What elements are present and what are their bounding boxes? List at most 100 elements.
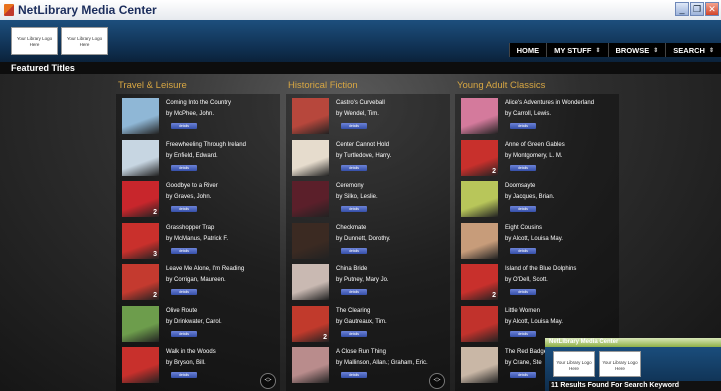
details-button[interactable]: details — [510, 289, 536, 295]
details-button[interactable]: details — [510, 165, 536, 171]
book-cover[interactable]: 2 — [461, 264, 498, 300]
book-cover[interactable] — [292, 140, 329, 176]
book-cover[interactable] — [292, 264, 329, 300]
book-title[interactable]: Eight Cousins — [505, 225, 542, 231]
details-button[interactable]: details — [171, 165, 197, 171]
title-list-item[interactable]: 2 Goodbye to a River by Graves, John. detai… — [116, 179, 280, 217]
details-button[interactable]: details — [341, 248, 367, 254]
title-list-item[interactable]: 2 Leave Me Alone, I'm Reading by Corrigan,… — [116, 262, 280, 300]
details-button[interactable]: details — [171, 289, 197, 295]
details-button[interactable]: details — [341, 206, 367, 212]
nav-home[interactable]: HOME — [508, 43, 547, 57]
book-cover[interactable] — [461, 181, 498, 217]
details-button[interactable]: details — [171, 331, 197, 337]
book-title[interactable]: Olive Route — [166, 308, 197, 314]
title-list-item[interactable]: Castro's Curveball by Wendel, Tim. details — [286, 96, 450, 134]
restore-icon[interactable]: ❐ — [690, 2, 704, 16]
book-title[interactable]: The Red Badge — [505, 349, 547, 355]
details-button[interactable]: details — [171, 248, 197, 254]
title-list-item[interactable]: 2 The Clearing by Gautreaux, Tim. details — [286, 304, 450, 342]
book-title[interactable]: Castro's Curveball — [336, 100, 385, 106]
book-cover[interactable] — [292, 98, 329, 134]
book-cover[interactable]: 2 — [122, 181, 159, 217]
title-list-item[interactable]: Coming Into the Country by McPhee, John. d… — [116, 96, 280, 134]
details-button[interactable]: details — [510, 331, 536, 337]
column-heading[interactable]: Travel & Leisure — [118, 80, 187, 91]
title-list-item[interactable]: Doomsayte by Jacques, Brian. details — [455, 179, 619, 217]
title-list-item[interactable]: Freewheeling Through Ireland by Enfield, … — [116, 138, 280, 176]
book-cover[interactable]: 3 — [122, 223, 159, 259]
nav-browse[interactable]: BROWSE ⇕ — [607, 43, 666, 57]
title-list-item[interactable]: Little Women by Alcott, Louisa May. detail… — [455, 304, 619, 342]
book-cover[interactable] — [122, 347, 159, 383]
title-list-item[interactable]: Walk in the Woods by Bryson, Bill. details — [116, 345, 280, 383]
details-button[interactable]: details — [171, 123, 197, 129]
book-cover[interactable] — [461, 98, 498, 134]
nav-my-stuff[interactable]: MY STUFF ⇕ — [546, 43, 608, 57]
book-title[interactable]: Leave Me Alone, I'm Reading — [166, 266, 244, 272]
column-heading[interactable]: Young Adult Classics — [457, 80, 545, 91]
book-title[interactable]: Checkmate — [336, 225, 366, 231]
title-list-item[interactable]: Center Cannot Hold by Turtledove, Harry. d… — [286, 138, 450, 176]
details-button[interactable]: details — [510, 372, 536, 378]
details-button[interactable]: details — [341, 331, 367, 337]
details-button[interactable]: details — [341, 372, 367, 378]
book-cover[interactable] — [461, 347, 498, 383]
book-title[interactable]: Little Women — [505, 308, 540, 314]
book-cover[interactable] — [122, 98, 159, 134]
book-cover[interactable] — [122, 306, 159, 342]
minimize-icon[interactable]: _ — [675, 2, 689, 16]
title-list-item[interactable]: A Close Run Thing by Mallinson, Allan.; G… — [286, 345, 450, 383]
book-title[interactable]: Doomsayte — [505, 183, 535, 189]
details-button[interactable]: details — [341, 123, 367, 129]
nav-search[interactable]: SEARCH ⇕ — [665, 43, 721, 57]
title-list-item[interactable]: 2 Island of the Blue Dolphins by O'Dell, S… — [455, 262, 619, 300]
library-logo[interactable]: Your Library Logo Here — [61, 27, 108, 55]
details-button[interactable]: details — [171, 206, 197, 212]
column-heading[interactable]: Historical Fiction — [288, 80, 358, 91]
details-button[interactable]: details — [510, 123, 536, 129]
close-icon[interactable]: ✕ — [705, 2, 719, 16]
book-title[interactable]: Walk in the Woods — [166, 349, 216, 355]
book-title[interactable]: Goodbye to a River — [166, 183, 218, 189]
book-title[interactable]: Coming Into the Country — [166, 100, 231, 106]
book-title[interactable]: Anne of Green Gables — [505, 142, 565, 148]
book-title[interactable]: Freewheeling Through Ireland — [166, 142, 246, 148]
book-title[interactable]: A Close Run Thing — [336, 349, 386, 355]
title-list-item[interactable]: Eight Cousins by Alcott, Louisa May. detai… — [455, 221, 619, 259]
book-cover[interactable]: 2 — [461, 140, 498, 176]
library-logo[interactable]: Your Library Logo Here — [599, 351, 641, 377]
book-cover[interactable] — [461, 223, 498, 259]
details-button[interactable]: details — [341, 165, 367, 171]
title-list-item[interactable]: Olive Route by Drinkwater, Carol. details — [116, 304, 280, 342]
details-button[interactable]: details — [510, 206, 536, 212]
book-title[interactable]: Island of the Blue Dolphins — [505, 266, 576, 272]
library-logo[interactable]: Your Library Logo Here — [553, 351, 595, 377]
title-list-item[interactable]: 3 Grasshopper Trap by McManus, Patrick F. d… — [116, 221, 280, 259]
book-title[interactable]: Alice's Adventures in Wonderland — [505, 100, 594, 106]
details-button[interactable]: details — [510, 248, 536, 254]
title-list-item[interactable]: Alice's Adventures in Wonderland by Carro… — [455, 96, 619, 134]
title-list-item[interactable]: China Bride by Putney, Mary Jo. details — [286, 262, 450, 300]
book-cover[interactable] — [292, 347, 329, 383]
book-cover[interactable] — [292, 223, 329, 259]
book-cover[interactable] — [122, 140, 159, 176]
details-button[interactable]: details — [341, 289, 367, 295]
details-button[interactable]: details — [171, 372, 197, 378]
book-cover[interactable] — [292, 181, 329, 217]
book-cover[interactable]: 2 — [122, 264, 159, 300]
title-list-item[interactable]: 2 Anne of Green Gables by Montgomery, L. M… — [455, 138, 619, 176]
book-title[interactable]: Center Cannot Hold — [336, 142, 389, 148]
book-cover[interactable] — [461, 306, 498, 342]
book-cover[interactable]: 2 — [292, 306, 329, 342]
book-title[interactable]: China Bride — [336, 266, 367, 272]
title-list-item[interactable]: Checkmate by Dunnett, Dorothy. details — [286, 221, 450, 259]
book-title[interactable]: The Clearing — [336, 308, 370, 314]
book-title[interactable]: Grasshopper Trap — [166, 225, 214, 231]
book-title[interactable]: Ceremony — [336, 183, 364, 189]
scroll-updown-icon[interactable]: ︿ ﹀ — [429, 373, 445, 389]
scroll-updown-icon[interactable]: ︿ ﹀ — [260, 373, 276, 389]
library-logo[interactable]: Your Library Logo Here — [11, 27, 58, 55]
book-author: by Mallinson, Allan.; Graham, Eric. — [336, 360, 428, 366]
title-list-item[interactable]: Ceremony by Silko, Leslie. details — [286, 179, 450, 217]
